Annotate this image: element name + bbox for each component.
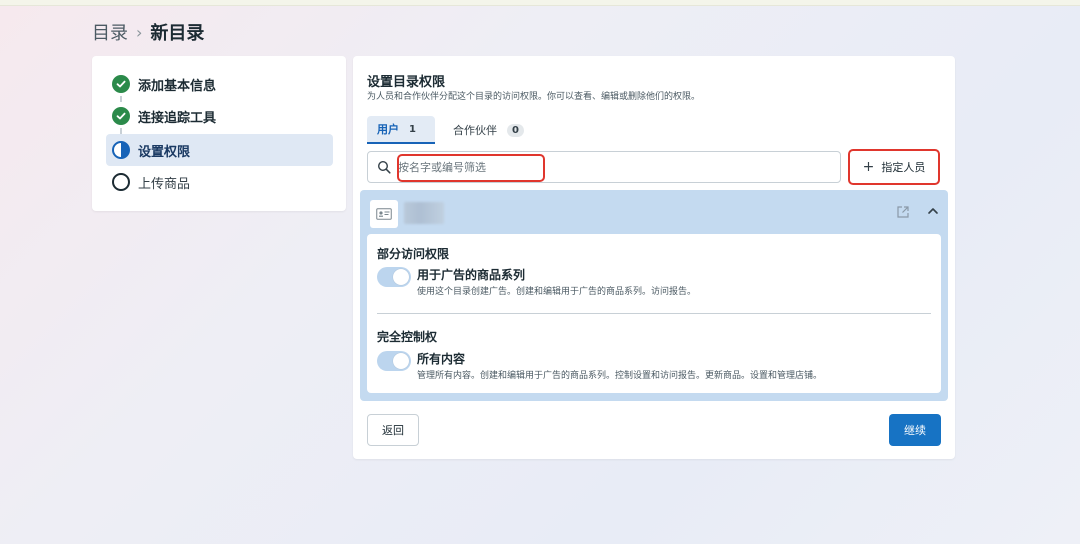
permission-toggle[interactable] (377, 267, 411, 287)
section-title: 设置目录权限 (367, 75, 446, 90)
step-add-basic-info[interactable]: 添加基本信息 (106, 68, 333, 100)
page-title: 新目录 (150, 23, 205, 44)
permission-option-ad-product-sets: 用于广告的商品系列 使用这个目录创建广告。创建和编辑用于广告的商品系列。访问报告… (377, 266, 927, 298)
check-circle-icon (112, 107, 130, 125)
toggle-knob (393, 353, 409, 369)
divider (377, 313, 931, 314)
full-control-heading: 完全控制权 (377, 330, 438, 344)
step-set-permissions[interactable]: 设置权限 (106, 134, 333, 166)
permission-name: 用于广告的商品系列 (417, 268, 526, 282)
blurred-person-name (404, 202, 444, 224)
assign-people-label: 指定人员 (881, 161, 926, 174)
chevron-up-icon[interactable] (926, 204, 940, 218)
continue-button[interactable]: 继续 (889, 414, 941, 446)
section-description: 为人员和合作伙伴分配这个目录的访问权限。你可以查看、编辑或删除他们的权限。 (367, 92, 701, 102)
half-circle-progress-icon (112, 141, 130, 159)
step-connect-tracking[interactable]: 连接追踪工具 (106, 100, 333, 132)
step-label: 上传商品 (138, 176, 191, 192)
search-icon (377, 160, 391, 174)
step-label: 连接追踪工具 (138, 110, 217, 126)
plus-icon: + (862, 159, 875, 175)
permission-option-all-content: 所有内容 管理所有内容。创建和编辑用于广告的商品系列。控制设置和访问报告。更新商… (377, 350, 927, 382)
tab-label: 合作伙伴 (453, 124, 497, 137)
tab-users[interactable]: 用户 1 (367, 116, 435, 144)
id-card-icon (370, 200, 398, 228)
permission-toggle[interactable] (377, 351, 411, 371)
tab-label: 用户 (377, 123, 399, 136)
person-permission-panel: 部分访问权限 用于广告的商品系列 使用这个目录创建广告。创建和编辑用于广告的商品… (360, 190, 948, 401)
tab-partners[interactable]: 合作伙伴 0 (443, 116, 534, 144)
check-circle-icon (112, 75, 130, 93)
search-input[interactable] (398, 156, 838, 178)
browser-top-strip (0, 0, 1080, 6)
assign-people-button[interactable]: + 指定人员 (848, 149, 940, 185)
permission-description: 使用这个目录创建广告。创建和编辑用于广告的商品系列。访问报告。 (417, 287, 697, 297)
breadcrumb-root-link[interactable]: 目录 (92, 19, 128, 45)
search-box (367, 151, 841, 183)
breadcrumb: 目录 › 新目录 (92, 19, 205, 45)
permissions-card: 设置目录权限 为人员和合作伙伴分配这个目录的访问权限。你可以查看、编辑或删除他们… (353, 56, 955, 459)
partial-access-heading: 部分访问权限 (377, 247, 450, 261)
breadcrumb-separator-icon: › (136, 22, 143, 42)
tab-count-badge: 0 (507, 123, 524, 137)
permission-description: 管理所有内容。创建和编辑用于广告的商品系列。控制设置和访问报告。更新商品。设置和… (417, 371, 823, 381)
step-label: 添加基本信息 (138, 78, 217, 94)
empty-circle-icon (112, 173, 130, 191)
step-label: 设置权限 (138, 144, 191, 160)
permission-options: 部分访问权限 用于广告的商品系列 使用这个目录创建广告。创建和编辑用于广告的商品… (367, 234, 941, 393)
permission-name: 所有内容 (417, 352, 466, 366)
back-button[interactable]: 返回 (367, 414, 419, 446)
setup-steps-card: 添加基本信息 连接追踪工具 设置权限 上传商品 (92, 56, 346, 211)
open-external-icon[interactable] (896, 205, 910, 219)
tab-count-badge: 1 (409, 123, 416, 135)
toggle-knob (393, 269, 409, 285)
step-upload-products[interactable]: 上传商品 (106, 166, 333, 198)
